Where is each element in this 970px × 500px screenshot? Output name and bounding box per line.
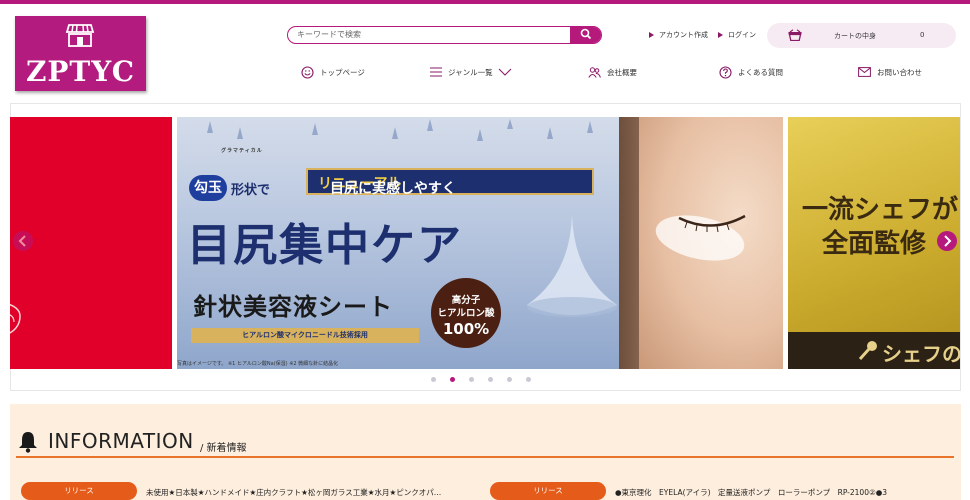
slider-dot[interactable] — [469, 377, 474, 382]
triangle-right-icon — [649, 32, 654, 38]
create-account-label: アカウント作成 — [659, 31, 708, 39]
news-link[interactable]: ●東京理化 EYELA(アイラ) 定量送液ポンプ ローラーポンプ RP-2100… — [615, 487, 887, 498]
information-title: INFORMATION — [48, 429, 194, 453]
create-account-link[interactable]: アカウント作成 — [649, 30, 708, 40]
cart-label: カートの中身 — [834, 32, 876, 40]
information-divider — [16, 456, 954, 458]
slider-dot[interactable] — [450, 377, 455, 382]
chef-bottom-bar: シェフの — [788, 332, 960, 369]
chef-line-2: 全面監修 — [822, 229, 927, 259]
storefront-icon — [65, 24, 95, 47]
search-icon — [580, 28, 592, 40]
badge-line-3: 100% — [442, 320, 490, 338]
nav-contact-label: お問い合わせ — [877, 67, 922, 77]
chevron-right-icon — [944, 235, 952, 247]
slider-next-button[interactable] — [937, 231, 957, 251]
nav-genre-list-label: ジャンル一覧 — [448, 67, 493, 77]
banner-title: 目尻集中ケア — [187, 220, 463, 271]
news-link[interactable]: 未使用★日本製★ハンドメイド★庄内クラフト★松ヶ岡ガラス工業★水月★ピンクオパ… — [146, 487, 441, 498]
tech-bar: ヒアルロン酸マイクロニードル技術採用 — [191, 328, 419, 343]
question-icon — [719, 65, 732, 79]
badge-line-1: 高分子 — [451, 295, 481, 306]
renewal-text: 目尻に実感しやすく — [330, 181, 456, 197]
menu-icon — [430, 67, 442, 77]
search-bar — [287, 26, 602, 44]
brand-tag: グラマティカル — [221, 148, 263, 154]
banner-sheet-title: 針状美容液シート — [193, 293, 393, 321]
chef-bottom-text: シェフの — [882, 342, 960, 366]
news-tag[interactable]: リリース — [21, 482, 137, 500]
closed-eye — [678, 214, 746, 232]
magatama-badge: 勾玉 — [189, 175, 227, 201]
nav-faq-label: よくある質問 — [738, 67, 783, 77]
chef-text: 一流シェフが 全面監修 — [802, 193, 958, 261]
hyaluronic-badge: 高分子 ヒアルロン酸 100% — [431, 278, 501, 348]
slide-current[interactable]: グラマティカル 勾玉 形状で 目尻に実感しやすく リニューアル 目尻集中ケア 針状… — [177, 117, 783, 369]
badge-line-2: ヒアルロン酸 — [437, 308, 495, 319]
nav-top-page[interactable]: トップページ — [301, 65, 365, 79]
smile-icon — [301, 65, 314, 79]
nav-company-label: 会社概要 — [607, 67, 637, 77]
microphone-icon — [858, 341, 877, 361]
slider-dot[interactable] — [526, 377, 531, 382]
renewal-bar: 目尻に実感しやすく リニューアル — [306, 168, 594, 197]
nav-faq[interactable]: よくある質問 — [719, 65, 783, 79]
slider-dot[interactable] — [488, 377, 493, 382]
nav-contact[interactable]: お問い合わせ — [858, 65, 922, 79]
search-input[interactable] — [297, 27, 567, 42]
people-icon — [588, 66, 601, 78]
shape-text: 形状で — [231, 183, 271, 198]
slider-dot[interactable] — [431, 377, 436, 382]
banner-footnote: 写真はイメージです。 ※1 ヒアルロン酸Na(保湿) ※2 微細な針に結晶化 — [177, 361, 339, 367]
login-label: ログイン — [728, 31, 756, 39]
search-button[interactable] — [570, 27, 601, 43]
bell-icon — [19, 432, 37, 453]
chef-line-1: 一流シェフが — [802, 195, 959, 225]
cart-button[interactable]: カートの中身 0 — [767, 23, 956, 48]
mail-icon — [858, 67, 871, 77]
basket-outline-icon — [10, 303, 21, 334]
information-subtitle: / 新着情報 — [200, 443, 247, 454]
triangle-right-icon — [718, 32, 723, 38]
nav-top-page-label: トップページ — [320, 67, 365, 77]
cart-count: 0 — [920, 31, 925, 39]
chevron-down-icon — [498, 68, 512, 76]
login-link[interactable]: ログイン — [718, 30, 756, 40]
slider-prev-button[interactable] — [13, 231, 33, 251]
slider-dot[interactable] — [507, 377, 512, 382]
site-logo[interactable]: ZPTYC — [15, 16, 146, 91]
slider-dots — [431, 377, 541, 383]
nav-company[interactable]: 会社概要 — [588, 65, 637, 79]
slide-next[interactable]: 一流シェフが 全面監修 シェフの — [788, 117, 960, 369]
slide-previous[interactable] — [10, 117, 172, 369]
logo-text: ZPTYC — [25, 55, 136, 88]
cart-icon — [788, 29, 802, 41]
nav-genre-list[interactable]: ジャンル一覧 — [430, 65, 512, 79]
news-tag[interactable]: リリース — [490, 482, 606, 500]
droplet-illustration — [527, 215, 617, 317]
top-accent-bar — [0, 0, 970, 4]
chevron-left-icon — [18, 235, 26, 247]
